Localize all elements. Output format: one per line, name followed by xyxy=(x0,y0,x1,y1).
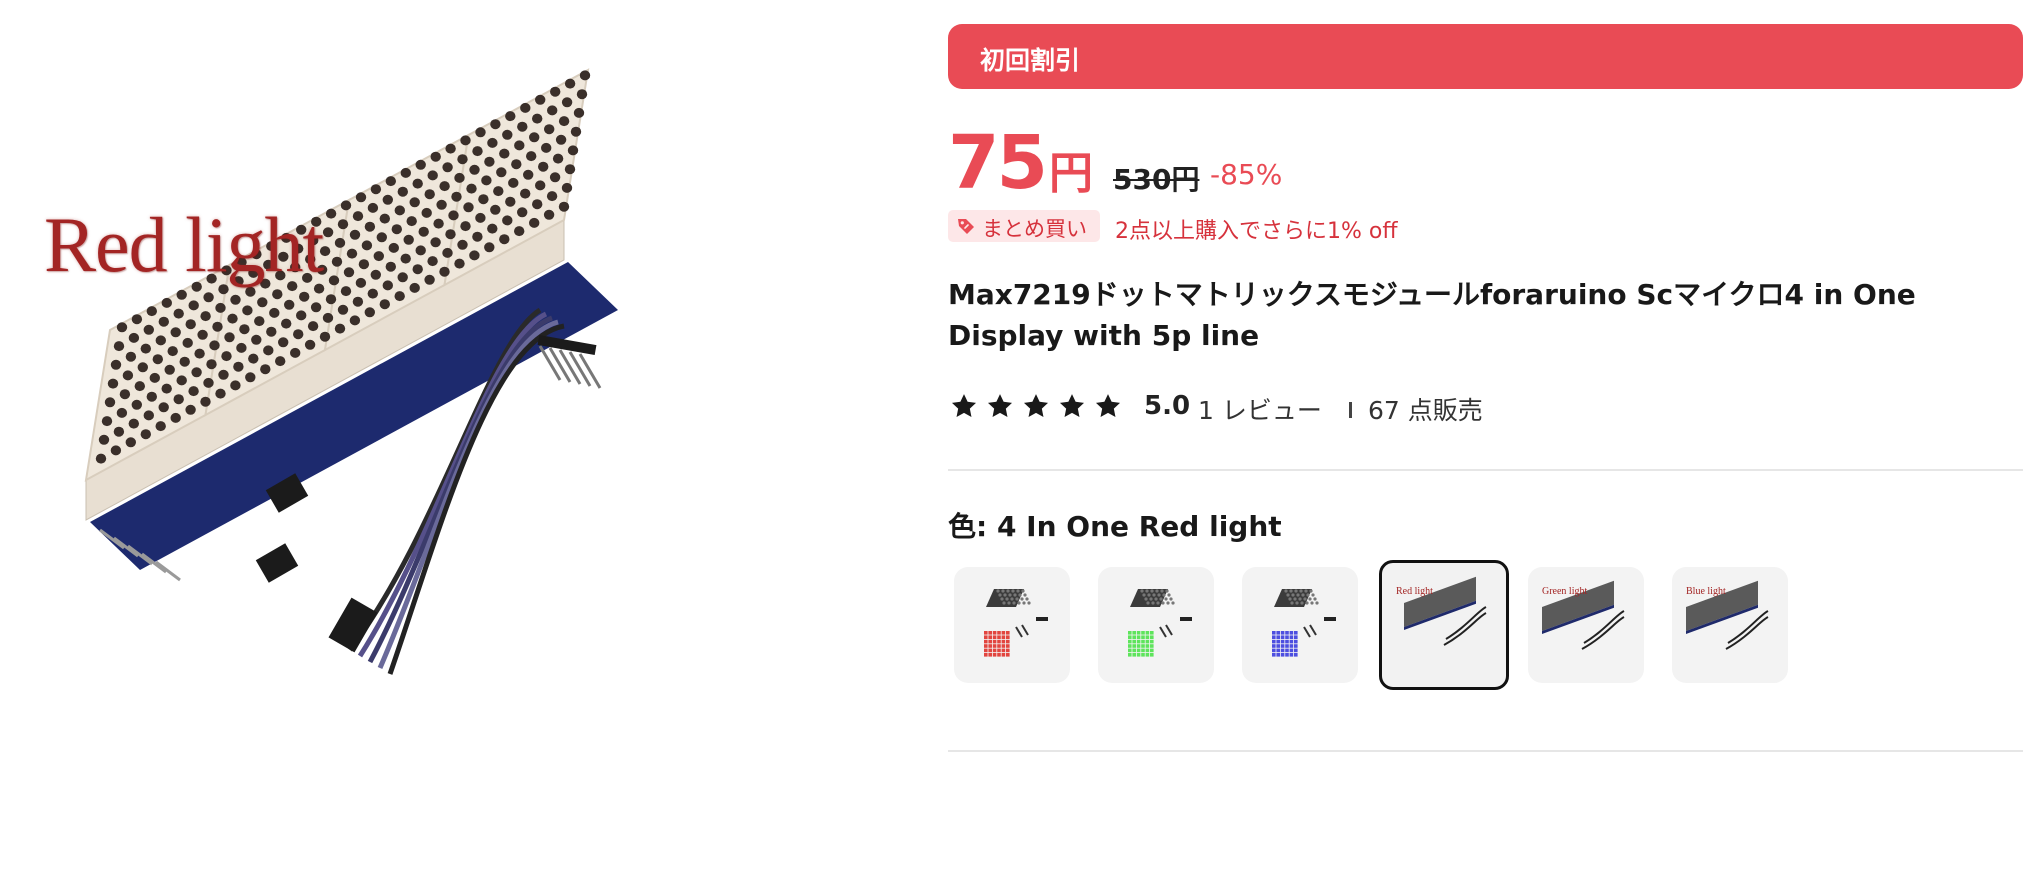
swatch-thumbnail xyxy=(1686,580,1769,650)
review-count-link[interactable]: 1 レビュー xyxy=(1198,391,1322,427)
image-caption: Red light xyxy=(44,201,324,288)
swatch-thumbnail xyxy=(1542,580,1625,650)
bulk-buy-tag-label: まとめ買い xyxy=(982,217,1087,241)
discount-percent: -85% xyxy=(1210,158,1283,191)
swatch-thumbnail xyxy=(1404,576,1487,646)
promo-label: 初回割引 xyxy=(980,46,1081,75)
swatch-blue[interactable] xyxy=(1242,567,1358,683)
separator xyxy=(1349,402,1352,418)
swatch-4in1-green-light[interactable]: Green light xyxy=(1528,567,1644,683)
swatch-caption: Green light xyxy=(1542,586,1588,597)
swatch-thumbnail xyxy=(1128,589,1192,657)
star-icon xyxy=(987,394,1013,417)
first-purchase-discount-banner: 初回割引 xyxy=(948,24,2023,89)
tag-icon xyxy=(958,219,974,234)
swatch-caption: Blue light xyxy=(1686,586,1726,597)
swatch-4in1-blue-light[interactable]: Blue light xyxy=(1672,567,1788,683)
bulk-discount-text: 2点以上購入でさらに1% off xyxy=(1115,219,1398,244)
current-price: 75円 xyxy=(948,120,1093,206)
swatch-thumbnail xyxy=(984,589,1048,657)
star-icon xyxy=(1059,394,1085,417)
divider xyxy=(948,750,2023,752)
swatch-4in1-red-light[interactable]: Red light xyxy=(1379,560,1509,690)
product-title: Max7219ドットマトリックスモジュールforaruino Scマイクロ4 i… xyxy=(948,278,1916,352)
star-icon xyxy=(951,394,977,417)
product-main-image[interactable]: Red light xyxy=(20,10,880,870)
color-swatch-list: Red light Green light Blue light xyxy=(954,560,1954,702)
star-icon xyxy=(1023,394,1049,417)
selected-color-label: 色: 4 In One Red light xyxy=(948,510,1282,543)
price-amount: 75 xyxy=(948,120,1048,206)
swatch-caption: Red light xyxy=(1396,586,1433,597)
swatch-red[interactable] xyxy=(954,567,1070,683)
dot-matrix-module-illustration xyxy=(84,68,618,675)
divider xyxy=(948,469,2023,471)
price-currency: 円 xyxy=(1048,148,1093,199)
sold-count: 67 点販売 xyxy=(1368,396,1483,425)
swatch-green[interactable] xyxy=(1098,567,1214,683)
bulk-buy-tag: まとめ買い xyxy=(948,210,1100,242)
swatch-thumbnail xyxy=(1272,589,1336,657)
rating-value: 5.0 xyxy=(1144,391,1191,421)
original-price: 530円 xyxy=(1113,163,1200,196)
star-icon xyxy=(1095,394,1121,417)
